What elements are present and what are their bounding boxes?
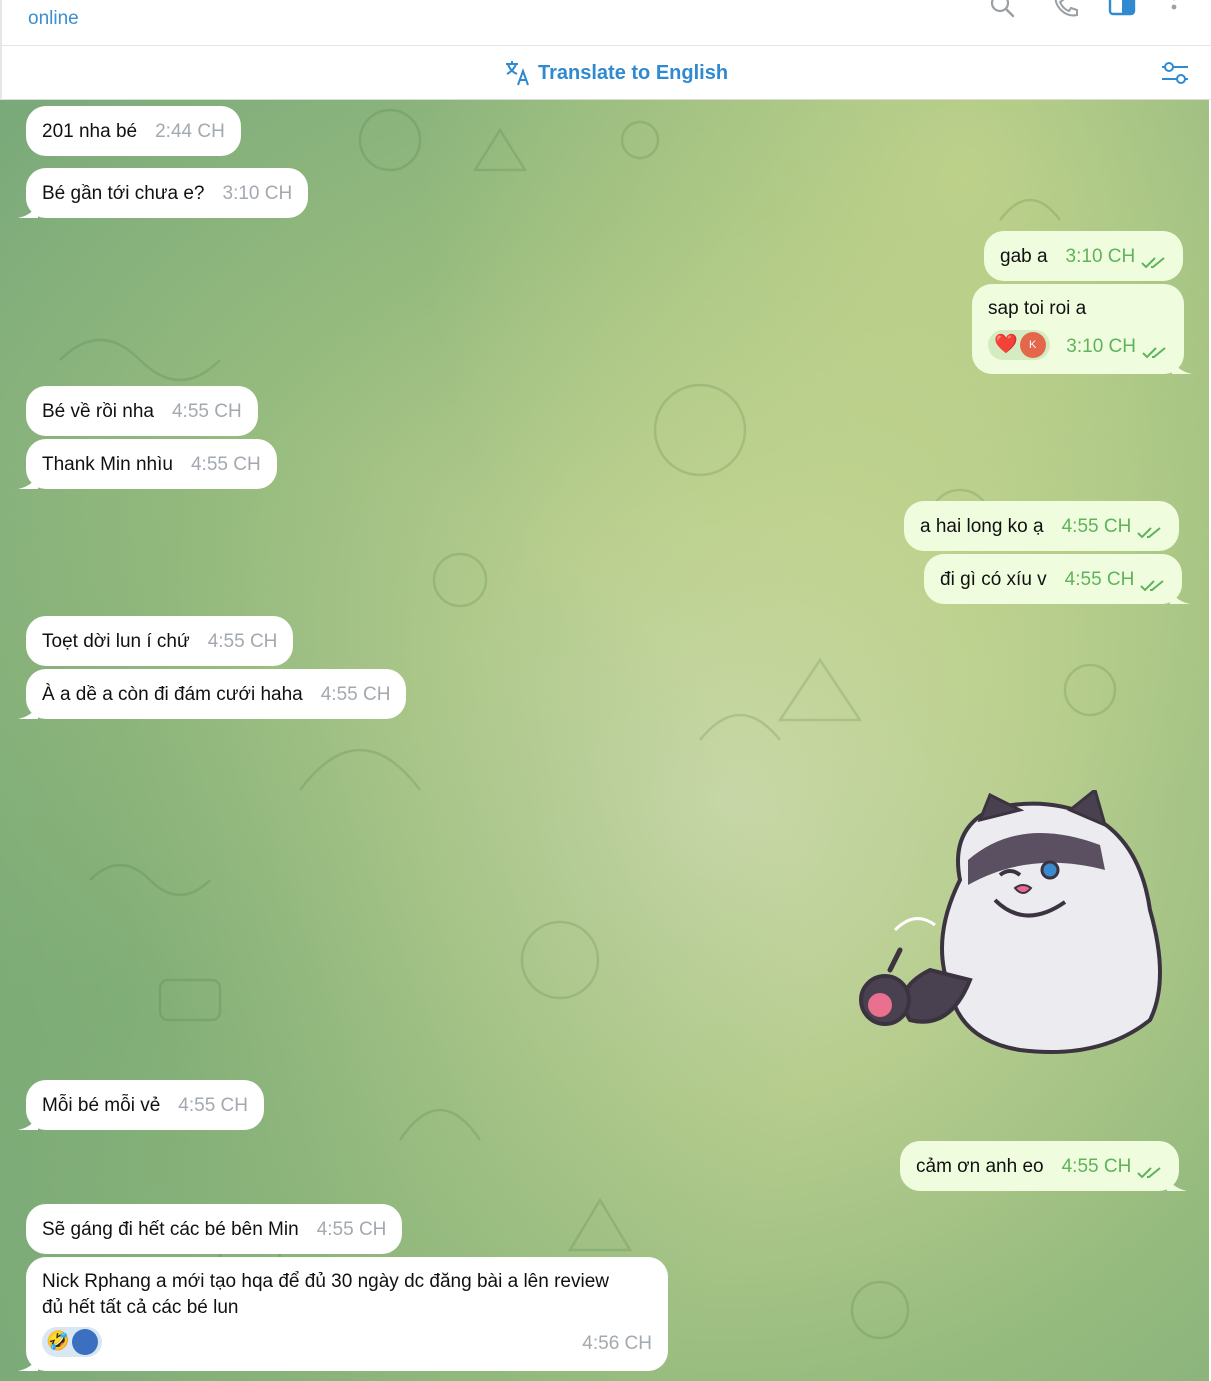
read-checkmarks-icon <box>1140 580 1165 592</box>
read-checkmarks-icon <box>1137 1167 1161 1179</box>
message-text-line-1: Nick Rphang a mới tạo hqa để đủ 30 ngày … <box>42 1271 609 1292</box>
read-checkmarks-icon <box>1141 257 1165 269</box>
message-text: Sẽ gáng đi hết các bé bên Min <box>42 1219 299 1240</box>
message-incoming[interactable]: À a dề a còn đi đám cưới haha 4:55 CH <box>18 669 407 719</box>
search-icon[interactable] <box>987 0 1017 20</box>
message-time: 4:55 CH <box>1061 516 1132 537</box>
translate-label: Translate to English <box>538 61 729 84</box>
message-incoming[interactable]: Thank Min nhìu 4:55 CH <box>18 439 277 489</box>
message-outgoing[interactable]: đi gì có xíu v 4:55 CH <box>924 554 1191 604</box>
cat-thumbs-up-sticker[interactable] <box>850 790 1190 1060</box>
message-time: 4:55 CH <box>190 454 261 475</box>
message-time: 4:55 CH <box>207 631 278 652</box>
reaction-pill[interactable]: 🤣 <box>42 1327 102 1357</box>
message-outgoing[interactable]: sap toi roi a ❤️ K 3:10 CH <box>972 284 1192 374</box>
bubble-tail <box>18 200 38 218</box>
message-incoming[interactable]: Toẹt dời lun í chứ 4:55 CH <box>26 616 294 666</box>
message-text: 201 nha bé <box>42 121 138 142</box>
message-text: Toẹt dời lun í chứ <box>42 631 190 652</box>
bubble-tail <box>1167 1173 1188 1191</box>
phone-icon[interactable] <box>1050 0 1080 20</box>
message-time: 3:10 CH <box>222 183 293 204</box>
message-incoming[interactable]: Sẽ gáng đi hết các bé bên Min 4:55 CH <box>26 1204 403 1254</box>
translate-icon <box>506 61 529 86</box>
message-outgoing[interactable]: gab a 3:10 CH <box>984 231 1184 281</box>
read-checkmarks-icon <box>1137 527 1161 539</box>
translate-button[interactable]: Translate to English <box>504 58 728 88</box>
message-incoming[interactable]: Mỗi bé mỗi vẻ 4:55 CH <box>18 1080 264 1130</box>
more-vertical-icon[interactable] <box>1162 0 1192 20</box>
bubble-tail <box>18 1112 38 1130</box>
bubble-tail <box>1172 356 1192 374</box>
message-text: Mỗi bé mỗi vẻ <box>42 1095 161 1116</box>
message-text: Thank Min nhìu <box>42 454 173 475</box>
bubble-tail <box>18 1353 38 1371</box>
message-text: Bé gần tới chưa e? <box>42 183 205 204</box>
message-incoming[interactable]: Bé gần tới chưa e? 3:10 CH <box>18 168 309 218</box>
message-time: 4:55 CH <box>178 1095 248 1116</box>
bubble-tail <box>1170 586 1191 604</box>
message-text: sap toi roi a <box>988 298 1087 319</box>
read-checkmarks-icon <box>1142 347 1166 359</box>
message-incoming[interactable]: Bé về rồi nha 4:55 CH <box>26 386 258 436</box>
message-incoming[interactable]: Nick Rphang a mới tạo hqa để đủ 30 ngày … <box>18 1257 668 1371</box>
message-time: 4:55 CH <box>1061 1156 1132 1177</box>
message-time: 4:55 CH <box>1064 569 1135 590</box>
message-outgoing[interactable]: cảm ơn anh eo 4:55 CH <box>900 1141 1188 1191</box>
message-incoming[interactable]: 201 nha bé 2:44 CH <box>26 106 241 156</box>
chat-area[interactable]: 201 nha bé 2:44 CH Bé gần tới chưa e? 3:… <box>0 100 1209 1381</box>
sidebar-toggle-icon[interactable] <box>1107 0 1137 20</box>
message-text: cảm ơn anh eo <box>916 1156 1044 1177</box>
message-text: a hai long ko ạ <box>920 516 1044 537</box>
translate-bar: Translate to English <box>0 46 1211 100</box>
message-time: 2:44 CH <box>155 121 225 142</box>
message-text: đi gì có xíu v <box>940 569 1047 590</box>
message-time: 3:10 CH <box>1065 246 1136 267</box>
message-time: 4:55 CH <box>171 401 242 422</box>
message-time: 4:55 CH <box>320 684 391 705</box>
message-time: 4:55 CH <box>316 1219 387 1240</box>
filter-settings-icon[interactable] <box>1160 60 1190 86</box>
message-text: À a dề a còn đi đám cưới haha <box>42 684 303 705</box>
message-text-line-2: đủ hết tất cả các bé lun <box>42 1297 239 1318</box>
bubble-tail <box>18 701 38 719</box>
message-text: Bé về rồi nha <box>42 401 154 422</box>
online-status: online <box>28 8 79 29</box>
message-text: gab a <box>1000 246 1048 267</box>
laughing-reaction-icon: 🤣 <box>46 1331 70 1352</box>
reaction-pill[interactable]: ❤️ K <box>988 330 1050 360</box>
reactor-avatar: K <box>1019 332 1046 358</box>
reactor-avatar <box>71 1329 98 1355</box>
chat-header: online <box>0 0 1211 46</box>
bubble-tail <box>18 471 38 489</box>
message-time: 3:10 CH <box>1066 336 1136 357</box>
message-time: 4:56 CH <box>582 1333 652 1354</box>
message-outgoing[interactable]: a hai long ko ạ 4:55 CH <box>904 501 1180 551</box>
heart-reaction-icon: ❤️ <box>994 334 1018 355</box>
